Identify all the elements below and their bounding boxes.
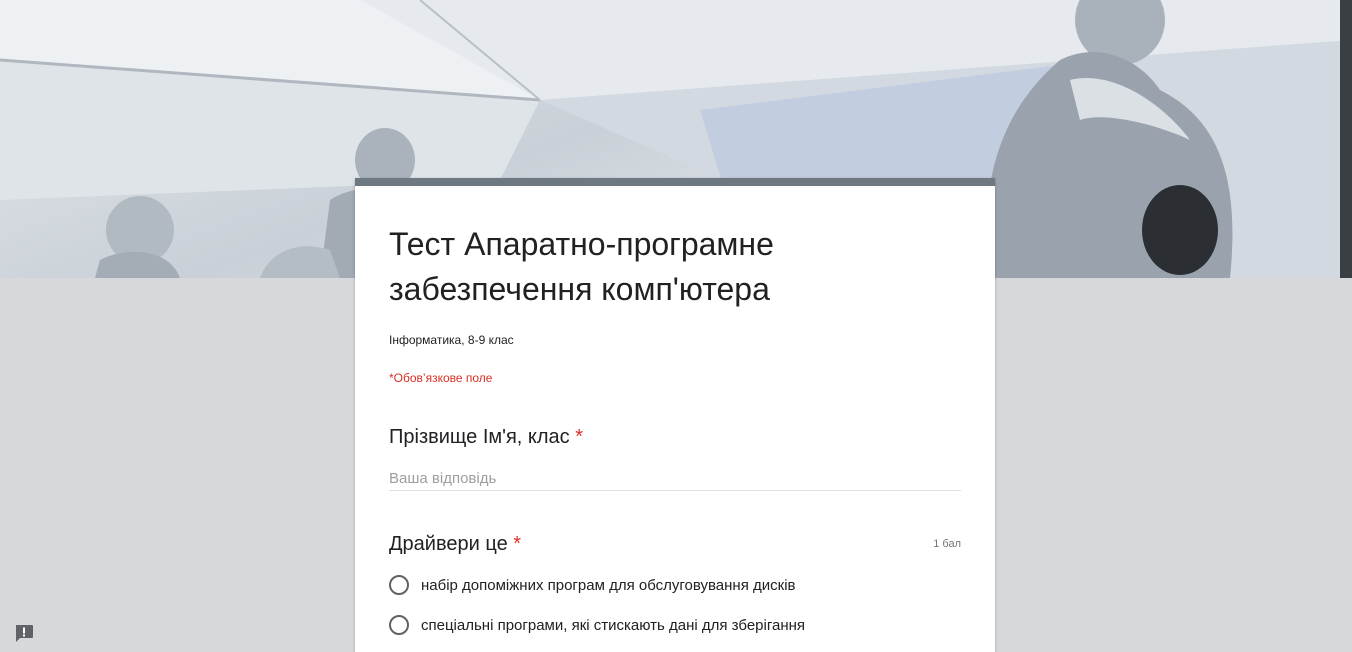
question-label: Прізвище Ім'я, клас (389, 426, 570, 448)
radio-button-icon[interactable] (389, 575, 409, 595)
required-asterisk: * (513, 533, 522, 555)
form-card: Тест Апаратно-програмне забезпечення ком… (355, 178, 995, 652)
radio-option-2[interactable]: спеціальні програми, які стискають дані … (389, 613, 805, 637)
required-asterisk: * (575, 426, 584, 448)
question-points: 1 бал (933, 538, 961, 550)
form-page: Тест Апаратно-програмне забезпечення ком… (0, 0, 1352, 652)
radio-button-icon[interactable] (389, 615, 409, 635)
form-accent-bar (355, 178, 995, 186)
form-description: Інформатика, 8-9 клас (389, 333, 514, 347)
radio-option-label: набір допоміжних програм для обслуговува… (421, 576, 796, 594)
form-title: Тест Апаратно-програмне забезпечення ком… (389, 226, 774, 307)
required-field-note: *Обов’язкове поле (389, 371, 493, 385)
radio-option-label: спеціальні програми, які стискають дані … (421, 616, 806, 634)
question-label: Драйвери це (389, 533, 508, 555)
question-title-name-class: Прізвище Ім'я, клас * (389, 426, 583, 449)
radio-option-1[interactable]: набір допоміжних програм для обслуговува… (389, 573, 796, 597)
report-problem-icon[interactable] (14, 624, 34, 643)
question-title-drivers: Драйвери це * (389, 533, 521, 556)
answer-input-name-class[interactable] (389, 466, 961, 491)
